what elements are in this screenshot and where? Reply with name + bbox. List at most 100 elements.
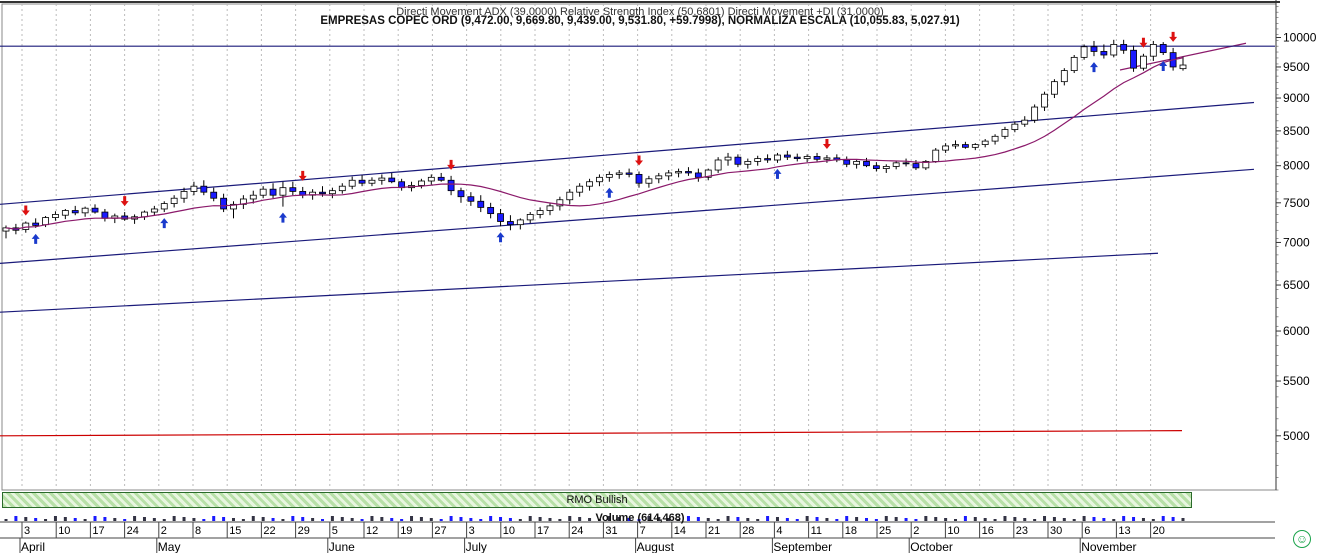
candle-body — [843, 159, 851, 165]
candle-body — [22, 222, 30, 230]
y-tick-label: 6000 — [1283, 324, 1310, 338]
x-tick-label: 3 — [24, 525, 30, 537]
candle-body — [358, 179, 366, 184]
candle-body — [447, 179, 455, 192]
month-label: April — [21, 540, 45, 553]
y-axis: 10000 9500 9000 8500 8000 7500 7000 6500 6000 550… — [1275, 0, 1317, 491]
sell-arrow-icon — [822, 139, 831, 150]
candle-body — [932, 149, 940, 162]
buy-arrow-icon — [1159, 60, 1168, 71]
x-tick-label: 16 — [982, 525, 994, 537]
x-tick-label: 8 — [195, 525, 201, 537]
candle-body — [279, 187, 287, 196]
candle-body — [269, 188, 277, 196]
chart-title: EMPRESAS COPEC ORD (9,472.00, 9,669.80, … — [320, 15, 960, 27]
candle-body — [526, 214, 534, 221]
candle-body — [1080, 46, 1088, 58]
candle-body — [714, 159, 722, 171]
month-label: November — [1081, 540, 1136, 553]
y-tick-label: 9500 — [1283, 60, 1310, 74]
trend-line — [0, 252, 1159, 313]
candle-body — [1120, 44, 1128, 51]
x-tick-label: 3 — [469, 525, 475, 537]
x-tick-label: 22 — [263, 525, 275, 537]
moving-average — [5, 57, 1184, 230]
candle-body — [289, 187, 297, 192]
x-axis: 3 10 17 24 2 8 15 22 29 5 12 19 27 3 10 17 24 31 7 14 21 28 4 1… — [0, 521, 1275, 553]
x-tick-label: 4 — [776, 525, 782, 537]
candle-body — [892, 162, 900, 167]
candle-body — [635, 173, 643, 184]
candle-body — [596, 176, 603, 183]
candle-body — [952, 144, 959, 147]
trend-line — [0, 101, 1255, 205]
buy-arrow-icon — [31, 233, 40, 244]
candle-body — [259, 188, 267, 196]
candle-body — [536, 210, 544, 215]
y-tick-label: 8000 — [1283, 159, 1310, 173]
candle-body — [101, 211, 109, 219]
candle-body — [754, 158, 762, 162]
candle-body — [52, 214, 59, 218]
candle-body — [685, 171, 692, 174]
candle-body — [1110, 44, 1118, 56]
candle-body — [378, 177, 386, 181]
candle-body — [1159, 44, 1167, 54]
x-tick-label: 29 — [298, 525, 310, 537]
candle-body — [605, 173, 613, 178]
x-tick-label: 19 — [400, 525, 412, 537]
x-tick-label: 12 — [366, 525, 378, 537]
candle-body — [497, 213, 504, 222]
x-tick-label: 10 — [947, 525, 959, 537]
trend-line — [0, 430, 1183, 437]
x-tick-label: 31 — [605, 525, 617, 537]
smiley-icon: ☺ — [1293, 530, 1311, 548]
candle-body — [655, 175, 663, 180]
y-tick-label: 8500 — [1283, 124, 1310, 138]
candle-body — [981, 140, 989, 145]
candle-body — [150, 208, 158, 213]
candle-body — [1001, 129, 1009, 137]
candle-body — [882, 166, 890, 169]
candle-body — [328, 190, 336, 195]
y-tick-label: 5000 — [1283, 429, 1310, 443]
candlesticks — [2, 39, 1187, 239]
candle-body — [477, 200, 485, 208]
month-label: May — [158, 540, 181, 553]
volume-label: Volume (614,468) — [595, 512, 685, 524]
x-tick-label: 7 — [640, 525, 646, 537]
sell-arrow-icon — [635, 155, 644, 166]
rmo-bullish-bar: RMO Bullish — [2, 492, 1192, 508]
candle-body — [348, 179, 356, 187]
y-tick-label: 5500 — [1283, 374, 1310, 388]
x-tick-label: 17 — [537, 525, 549, 537]
candle-body — [1090, 46, 1098, 52]
y-tick-label: 10000 — [1283, 30, 1317, 44]
x-tick-label: 10 — [503, 525, 515, 537]
candle-body — [516, 219, 524, 226]
month-label: August — [637, 540, 675, 553]
x-tick-label: 6 — [1084, 525, 1090, 537]
x-tick-label: 17 — [92, 525, 104, 537]
candle-body — [576, 185, 584, 193]
candle-body — [991, 135, 999, 142]
candle-body — [546, 205, 554, 211]
price-chart: 1000095009000850080007500700065006000550… — [0, 0, 1317, 553]
y-tick-label: 9000 — [1283, 91, 1310, 105]
candle-body — [487, 207, 495, 215]
chart-frame — [0, 1, 1280, 491]
candle-body — [625, 172, 633, 175]
x-tick-label: 23 — [1016, 525, 1028, 537]
candle-body — [1011, 123, 1019, 130]
candle-body — [160, 203, 168, 210]
candle-body — [734, 156, 742, 165]
candle-body — [319, 191, 326, 195]
candle-body — [388, 177, 396, 183]
candle-body — [180, 191, 188, 199]
candle-body — [507, 221, 514, 226]
candle-body — [71, 210, 79, 214]
candle-body — [1100, 51, 1108, 56]
candle-body — [774, 154, 781, 161]
candle-body — [1041, 93, 1048, 108]
candle-body — [971, 144, 979, 148]
